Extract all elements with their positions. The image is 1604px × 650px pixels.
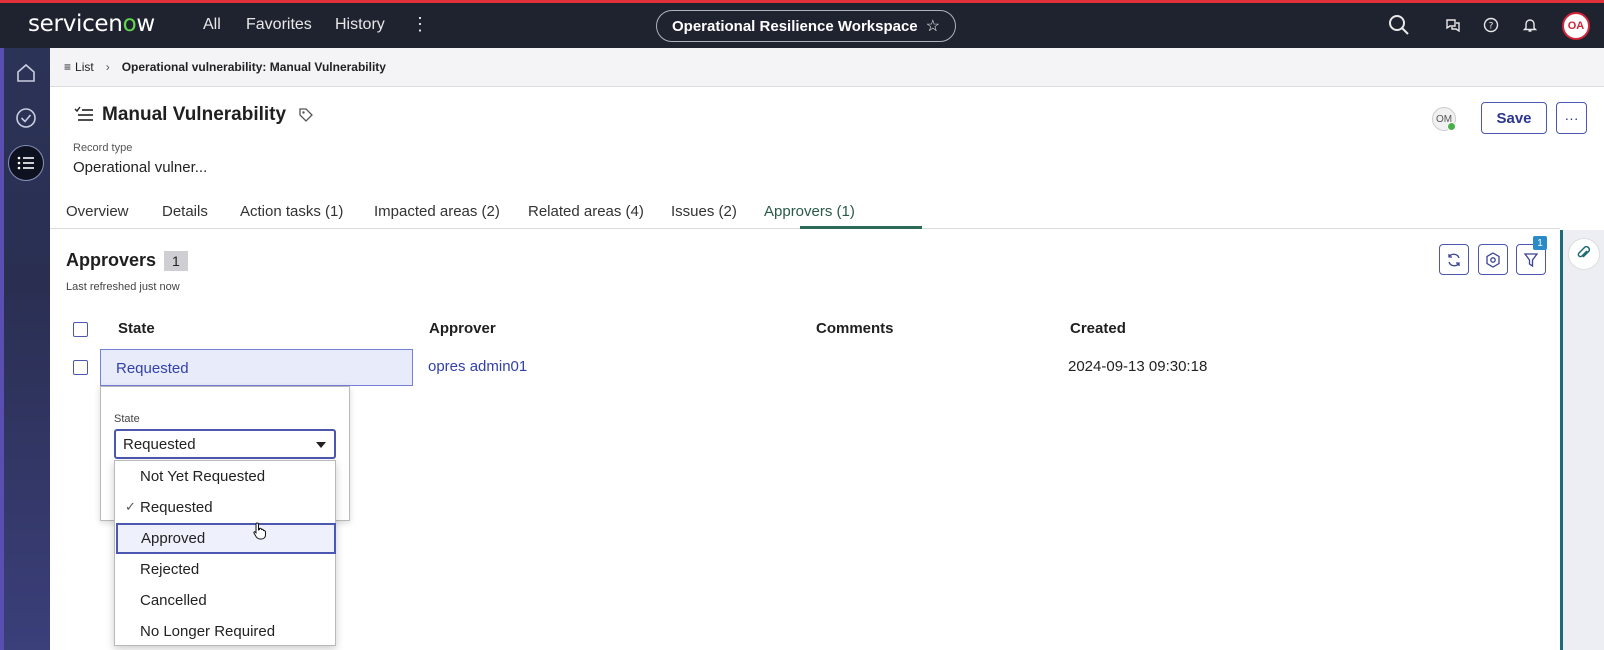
row-checkbox[interactable] (73, 360, 88, 375)
chat-icon[interactable] (1445, 17, 1461, 38)
left-sidebar (0, 48, 50, 650)
breadcrumb-current: Operational vulnerability: Manual Vulner… (121, 60, 386, 74)
top-navigation-bar: servicenow All Favorites History ⋮ Opera… (0, 0, 1604, 48)
state-select-value: Requested (123, 436, 196, 453)
refresh-icon (1448, 253, 1460, 266)
tab-details[interactable]: Details (162, 203, 208, 220)
more-actions-button[interactable]: ··· (1556, 102, 1587, 134)
gear-icon (1486, 251, 1500, 268)
home-icon[interactable] (13, 60, 39, 86)
star-icon[interactable]: ☆ (926, 16, 940, 36)
breadcrumb-list[interactable]: List (75, 60, 94, 74)
tab-impacted-areas[interactable]: Impacted areas (2) (374, 203, 500, 220)
column-header-state[interactable]: State (118, 320, 155, 337)
nav-favorites[interactable]: Favorites (246, 16, 312, 34)
tab-approvers[interactable]: Approvers (1) (764, 203, 855, 220)
column-header-approver[interactable]: Approver (429, 320, 496, 337)
more-menu-icon[interactable]: ⋮ (411, 14, 429, 35)
column-header-created[interactable]: Created (1070, 320, 1126, 337)
option-rejected[interactable]: Rejected (115, 554, 337, 585)
settings-button[interactable] (1478, 244, 1508, 275)
refresh-button[interactable] (1439, 244, 1469, 275)
approvers-count-badge: 1 (164, 250, 188, 271)
option-cancelled[interactable]: Cancelled (115, 585, 337, 616)
sidebar-edge (0, 48, 4, 650)
workspace-selector[interactable]: Operational Resilience Workspace ☆ (656, 10, 956, 42)
filter-count-badge: 1 (1533, 236, 1547, 250)
breadcrumb: ≡ List › Operational vulnerability: Manu… (50, 48, 1604, 87)
option-approved[interactable]: Approved (116, 523, 336, 554)
tag-icon[interactable] (298, 107, 314, 123)
help-icon[interactable]: ? (1483, 17, 1499, 38)
option-label: Approved (141, 530, 206, 547)
state-options-list: Not Yet Requested ✓ Requested Approved Re… (114, 460, 336, 646)
option-label: No Longer Required (140, 623, 276, 640)
tab-action-tasks[interactable]: Action tasks (1) (240, 203, 343, 220)
nav-history[interactable]: History (335, 16, 385, 34)
servicenow-logo[interactable]: servicenow (28, 11, 155, 37)
option-no-longer-required[interactable]: No Longer Required (115, 616, 337, 647)
select-all-checkbox[interactable] (73, 322, 88, 337)
tab-issues[interactable]: Issues (2) (671, 203, 737, 220)
attachment-paperclip-icon[interactable] (1568, 238, 1600, 270)
record-tabs: Overview Details Action tasks (1) Impact… (50, 195, 1560, 229)
active-tab-indicator (800, 226, 922, 229)
state-select[interactable]: Requested (114, 429, 336, 459)
check-circle-icon[interactable] (13, 105, 39, 131)
search-icon[interactable] (1388, 14, 1410, 41)
list-icon[interactable] (8, 145, 44, 181)
tab-related-areas[interactable]: Related areas (4) (528, 203, 644, 220)
record-type-value: Operational vulner... (73, 159, 208, 176)
nav-all[interactable]: All (203, 16, 221, 34)
column-header-comments[interactable]: Comments (816, 320, 894, 337)
state-cell[interactable]: Requested (100, 349, 413, 386)
option-label: Not Yet Requested (140, 468, 266, 485)
filter-icon (1523, 252, 1539, 267)
option-label: Rejected (140, 561, 200, 578)
record-type-label: Record type (73, 142, 133, 154)
workspace-name: Operational Resilience Workspace (672, 17, 918, 35)
approver-link[interactable]: opres admin01 (428, 358, 527, 375)
chevron-down-icon (316, 442, 326, 448)
hand-pointer-cursor-icon (253, 522, 266, 540)
approvers-heading: Approvers 1 (66, 250, 188, 271)
created-value: 2024-09-13 09:30:18 (1068, 358, 1208, 375)
user-avatar[interactable]: OA (1562, 12, 1590, 40)
save-button[interactable]: Save (1481, 102, 1547, 134)
record-title-text: Manual Vulnerability (102, 104, 287, 125)
state-field-label: State (114, 413, 140, 425)
right-side-strip (1560, 230, 1604, 650)
notifications-bell-icon[interactable] (1522, 17, 1538, 38)
checkmark-icon: ✓ (125, 499, 136, 514)
approvers-title: Approvers (66, 250, 157, 270)
option-label: Requested (140, 499, 213, 516)
checklist-icon (74, 106, 93, 121)
option-requested[interactable]: ✓ Requested (115, 492, 337, 523)
record-title: Manual Vulnerability (74, 104, 314, 126)
svg-text:?: ? (1489, 22, 1494, 32)
chevron-right-icon: › (105, 60, 110, 74)
breadcrumb-list-icon: ≡ (64, 60, 72, 74)
presence-avatar[interactable]: OM (1432, 107, 1456, 131)
option-not-yet-requested[interactable]: Not Yet Requested (115, 461, 337, 492)
tab-overview[interactable]: Overview (66, 203, 129, 220)
option-label: Cancelled (140, 592, 207, 609)
last-refreshed-text: Last refreshed just now (66, 281, 180, 293)
